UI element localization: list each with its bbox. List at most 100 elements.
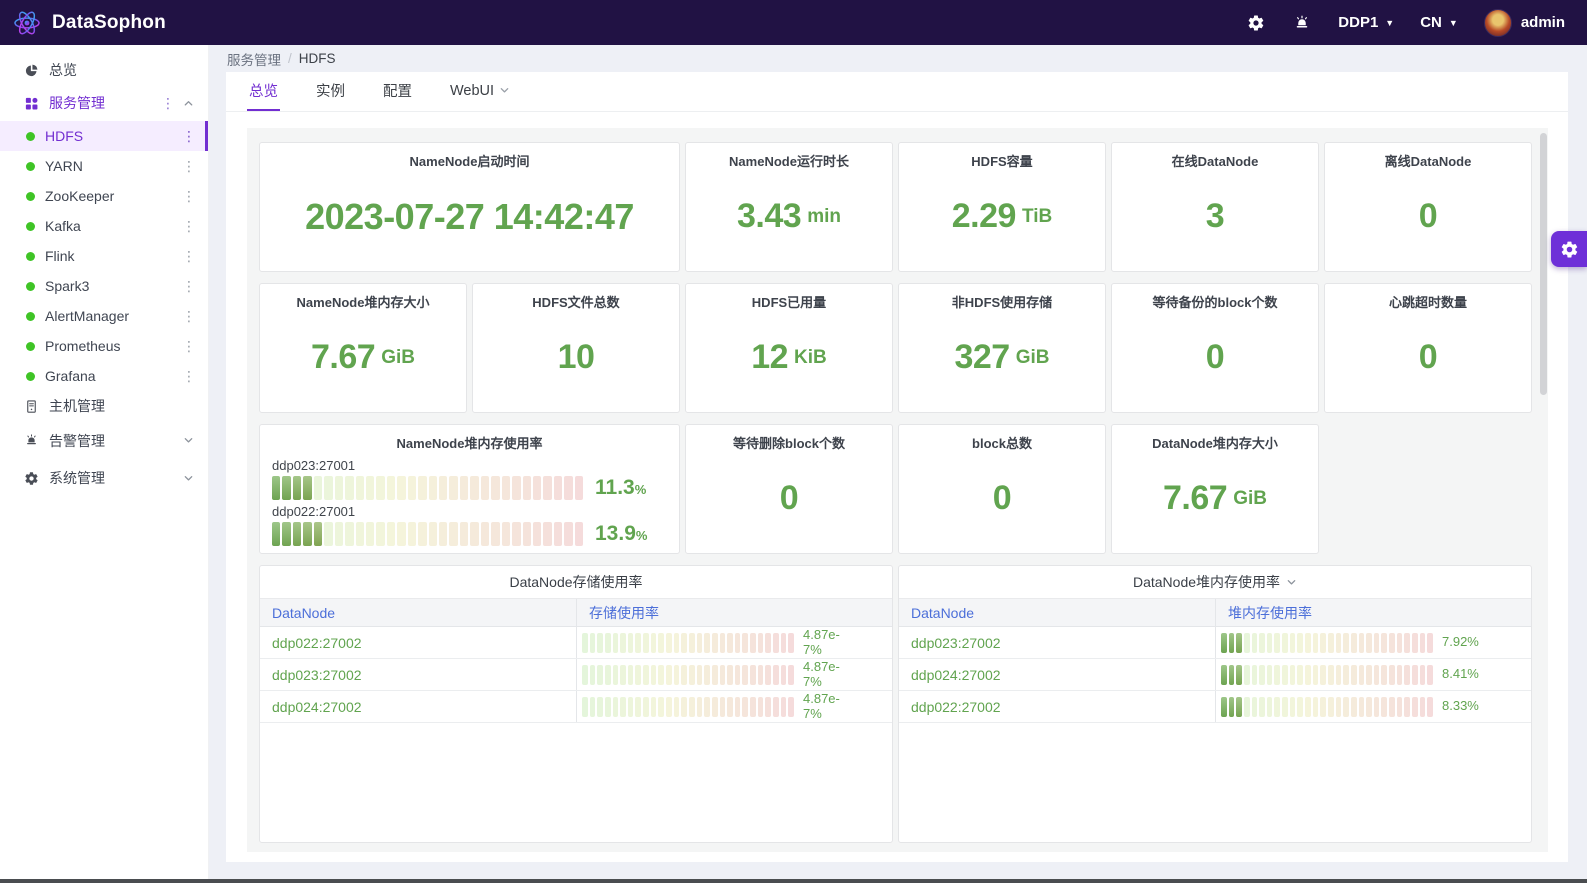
sidebar-item-prometheus[interactable]: Prometheus ⋮ [0,331,208,361]
chevron-down-icon [184,475,193,481]
table-row: ddp022:27002 4.87e-7% [260,627,892,659]
service-status-dot [26,311,35,321]
stat-card: HDFS容量 2.29 TiB [898,142,1106,272]
table-header-row: DataNode 堆内存使用率 [899,598,1531,627]
gauge-row: 13.9% [272,522,667,546]
bar-gauge [1221,664,1433,685]
user-menu[interactable]: admin [1483,8,1565,37]
service-list: HDFS ⋮ YARN ⋮ ZooKeeper ⋮ Kafka ⋮ Flink ⋮ Spark3 ⋮ A… [0,121,208,391]
stat-value: 10 [473,311,679,412]
breadcrumb: 服务管理 / HDFS [209,45,1587,72]
sidebar-item-system-mgmt[interactable]: 系统管理 [0,460,208,496]
service-menu-icon[interactable]: ⋮ [182,188,196,205]
column-header[interactable]: 存储使用率 [576,599,892,626]
service-menu-icon[interactable]: ⋮ [182,218,196,235]
gauge-row: 11.3% [272,476,667,500]
stat-unit: GiB [1233,487,1267,509]
stat-title: 心跳超时数量 [1388,295,1467,310]
stat-card: HDFS已用量 12 KiB [685,283,893,413]
stat-title: 非HDFS使用存储 [951,295,1053,310]
tab-overview[interactable]: 总览 [247,72,280,111]
bar-gauge [1221,696,1433,717]
service-status-dot [26,281,35,291]
sidebar: 总览 服务管理 ⋮ HDFS ⋮ YARN ⋮ ZooKeeper ⋮ Kafka ⋮ Flin… [0,45,209,883]
sidebar-item-zookeeper[interactable]: ZooKeeper ⋮ [0,181,208,211]
alarm-icon [24,433,39,448]
stat-number: 10 [557,338,595,376]
service-panel: 总览 实例 配置 WebUI NameNode启动时间 2023-07-27 14:42… [226,72,1568,862]
sidebar-item-spark3[interactable]: Spark3 ⋮ [0,271,208,301]
column-header[interactable]: DataNode [899,599,1215,626]
sidebar-item-kafka[interactable]: Kafka ⋮ [0,211,208,241]
sidebar-item-flink[interactable]: Flink ⋮ [0,241,208,271]
appstore-icon [24,96,39,111]
service-status-dot [26,341,35,351]
sidebar-item-alert-mgmt[interactable]: 告警管理 [0,424,208,457]
stat-number: 327 [954,338,1010,376]
tab-label: 实例 [316,84,345,100]
service-name: AlertManager [45,308,130,324]
dashboard-scrollbar[interactable] [1540,133,1547,395]
tab-instances[interactable]: 实例 [314,72,347,111]
more-menu-icon[interactable]: ⋮ [161,95,175,112]
datanode-cell: ddp022:27002 [272,634,362,651]
service-name: HDFS [45,128,84,144]
stat-value: 3.43 min [686,170,892,271]
sidebar-item-overview[interactable]: 总览 [0,55,208,85]
stat-value: 2.29 TiB [899,170,1105,271]
datanode-cell: ddp024:27002 [911,666,1001,683]
bar-gauge [582,664,794,685]
stat-title: 等待删除block个数 [733,436,845,451]
stat-title: NameNode运行时长 [729,154,849,169]
gauge-label: ddp023:27001 [272,458,356,473]
sidebar-item-host-mgmt[interactable]: 主机管理 [0,391,208,421]
floating-settings-button[interactable] [1551,231,1587,267]
alert-icon[interactable] [1292,13,1312,33]
cluster-select[interactable]: DDP1 ▼ [1338,14,1394,31]
stat-title: block总数 [972,436,1032,451]
service-menu-icon[interactable]: ⋮ [182,248,196,265]
service-menu-icon[interactable]: ⋮ [182,128,196,145]
sidebar-item-yarn[interactable]: YARN ⋮ [0,151,208,181]
settings-icon[interactable] [1246,13,1266,33]
stat-title: HDFS容量 [971,154,1033,169]
service-menu-icon[interactable]: ⋮ [182,338,196,355]
stat-card: NameNode堆内存大小 7.67 GiB [259,283,467,413]
service-menu-icon[interactable]: ⋮ [182,158,196,175]
stat-value: 0 [686,452,892,553]
service-menu-icon[interactable]: ⋮ [182,278,196,295]
sidebar-item-alertmanager[interactable]: AlertManager ⋮ [0,301,208,331]
bottom-scrollbar[interactable] [0,879,1587,883]
caret-down-icon: ▼ [1448,18,1458,28]
stat-title: 离线DataNode [1384,154,1472,169]
stat-card: block总数 0 [898,424,1106,554]
usage-value: 7.92% [1442,634,1479,650]
service-menu-icon[interactable]: ⋮ [182,308,196,325]
chevron-up-icon[interactable] [183,98,194,109]
usage-value: 4.87e-7% [803,626,840,657]
sidebar-item-service-mgmt[interactable]: 服务管理 ⋮ [0,88,208,118]
column-header[interactable]: 堆内存使用率 [1215,599,1531,626]
stat-card: 心跳超时数量 0 [1324,283,1532,413]
stat-value: 12 KiB [686,311,892,412]
service-name: YARN [45,158,83,174]
table-row: ddp023:27002 7.92% [899,627,1531,659]
service-menu-icon[interactable]: ⋮ [182,368,196,385]
service-status-dot [26,161,35,171]
tab-config[interactable]: 配置 [381,72,414,111]
tab-webui[interactable]: WebUI [448,72,512,111]
breadcrumb-parent[interactable]: 服务管理 [227,49,281,69]
datanode-cell: ddp024:27002 [272,698,362,715]
service-status-dot [26,371,35,381]
gauge-percent-sign: % [635,528,648,543]
sidebar-item-grafana[interactable]: Grafana ⋮ [0,361,208,391]
sidebar-item-hdfs[interactable]: HDFS ⋮ [0,121,208,151]
gauge-panel-title: NameNode堆内存使用率 [396,436,543,451]
column-header[interactable]: DataNode [260,599,576,626]
language-select[interactable]: CN ▼ [1420,14,1458,31]
table-title[interactable]: DataNode堆内存使用率 [899,566,1531,598]
table-row: ddp024:27002 4.87e-7% [260,691,892,723]
stat-card: NameNode启动时间 2023-07-27 14:42:47 [259,142,680,272]
gauge-value: 11.3% [595,476,667,500]
stat-title: HDFS文件总数 [532,295,620,310]
